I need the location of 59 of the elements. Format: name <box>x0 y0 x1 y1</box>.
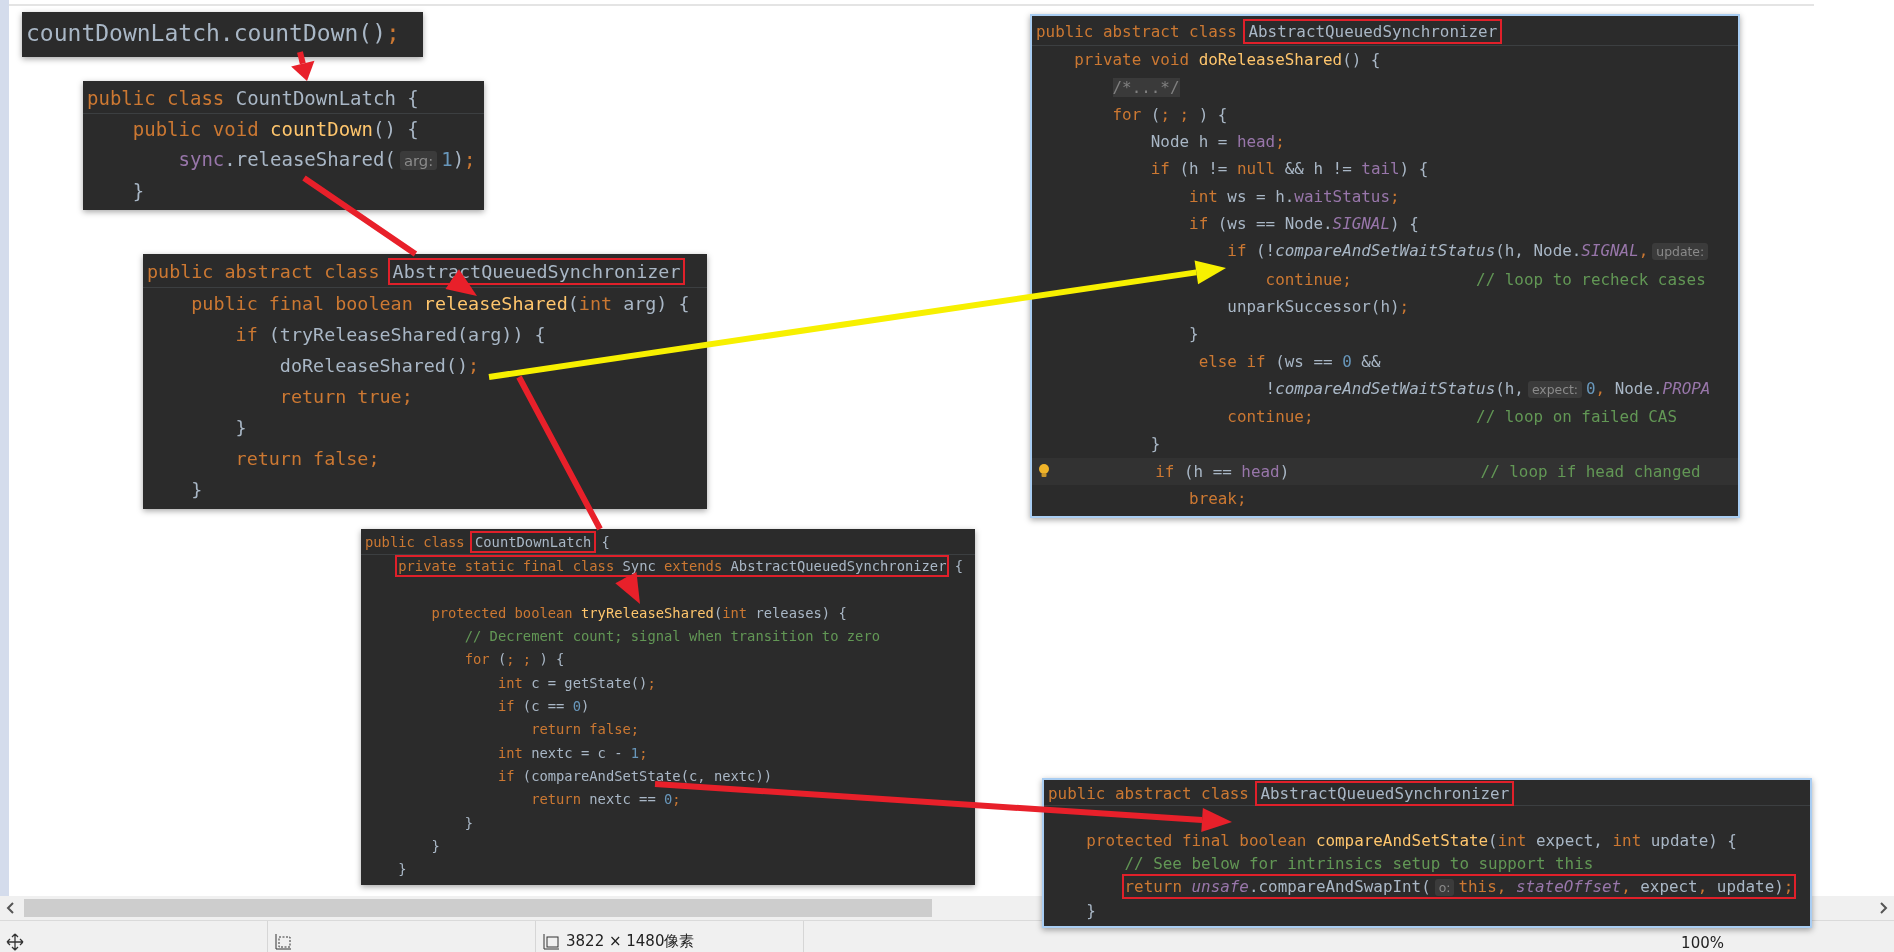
code-line: public abstract class AbstractQueuedSynchronizer <box>1044 782 1810 806</box>
code-line: public class CountDownLatch { <box>83 83 484 114</box>
code-line: int nextc = c - 1; <box>496 743 649 763</box>
code-line: } <box>1188 323 1200 346</box>
code-line: sync.releaseShared( arg: 1); <box>177 147 477 172</box>
code-line: countDownLatch.countDown(); <box>26 19 401 48</box>
code-line: for (; ; ) { <box>463 650 566 670</box>
code-line: if (tryReleaseShared(arg)) { <box>234 323 547 347</box>
code-line: } <box>131 179 146 204</box>
code-line: unparkSuccessor(h); <box>1226 295 1411 318</box>
code-line: public abstract class AbstractQueuedSynchronizer <box>143 256 707 288</box>
code-line: doReleaseShared(); <box>278 354 481 378</box>
code-line: if (!compareAndSetWaitStatus(h, Node.SIGNAL, update: <box>1036 237 1732 266</box>
image-size: 3822 × 1480像素 <box>566 932 695 951</box>
code-line: if (compareAndSetState(c, nextc)) <box>496 766 774 786</box>
code-line: // Decrement count; signal when transition to zero <box>463 627 881 647</box>
code-line: public final boolean releaseShared(int arg) { <box>190 292 691 316</box>
code-line: else if (ws == 0 && <box>1197 350 1382 373</box>
code-line: Node h = head; <box>1149 131 1286 154</box>
code-line: } <box>430 836 441 856</box>
move-icon <box>6 933 24 951</box>
code-line: public class CountDownLatch { <box>361 531 975 556</box>
code-line: // See below for intrinsics setup to support this <box>1123 853 1595 875</box>
code-line: if (h != null && h != tail) { <box>1149 158 1430 181</box>
code-line: return unsafe.compareAndSwapInt( o: this, stateOffset, expect, update); <box>1048 875 1804 899</box>
code-line: int c = getState(); <box>496 673 657 693</box>
zoom-level: 100% <box>1681 934 1724 952</box>
code-line: if (ws == Node.SIGNAL) { <box>1188 213 1420 236</box>
code-line: private void doReleaseShared() { <box>1073 49 1382 72</box>
code-line: !compareAndSetWaitStatus(h, expect: 0, Node.PROPA <box>1264 377 1712 400</box>
code-line: } <box>397 860 408 880</box>
code-line: } <box>1149 433 1162 456</box>
selection-icon <box>274 933 292 951</box>
code-line: for (; ; ) { <box>1111 103 1229 126</box>
code-line: public void countDown() { <box>131 117 420 142</box>
arrow <box>291 51 315 81</box>
code-line: continue; // loop to recheck cases <box>1264 268 1707 291</box>
code-line: if (c == 0) <box>496 697 591 717</box>
image-size-icon <box>542 933 560 951</box>
code-line: return false; <box>234 447 381 471</box>
code-line: } <box>234 416 248 440</box>
scroll-left-icon[interactable] <box>6 902 16 914</box>
code-line: protected boolean tryReleaseShared(int releases) { <box>430 603 848 623</box>
code-line: return nextc == 0; <box>530 790 682 810</box>
code-line: } <box>463 813 474 833</box>
code-line: continue; // loop on failed CAS <box>1226 406 1678 429</box>
code-line: private static final class Sync extends AbstractQueuedSynchronizer { <box>365 555 969 579</box>
code-line: protected final boolean compareAndSetState(int expect, int update) { <box>1085 830 1738 852</box>
code-line: return true; <box>278 385 414 409</box>
code-line: break; <box>1188 488 1248 511</box>
scroll-right-icon[interactable] <box>1878 902 1888 914</box>
code-line: } <box>190 478 204 502</box>
code-line: return false; <box>530 720 641 740</box>
code-line: public abstract class AbstractQueuedSynchronizer <box>1032 18 1738 47</box>
code-line: int ws = h.waitStatus; <box>1188 185 1401 208</box>
lightbulb-icon[interactable] <box>1038 463 1050 480</box>
code-line: if (h == head) // loop if head changed <box>1154 460 1702 483</box>
scrollbar-thumb[interactable] <box>24 899 932 917</box>
code-line: } <box>1085 900 1097 922</box>
